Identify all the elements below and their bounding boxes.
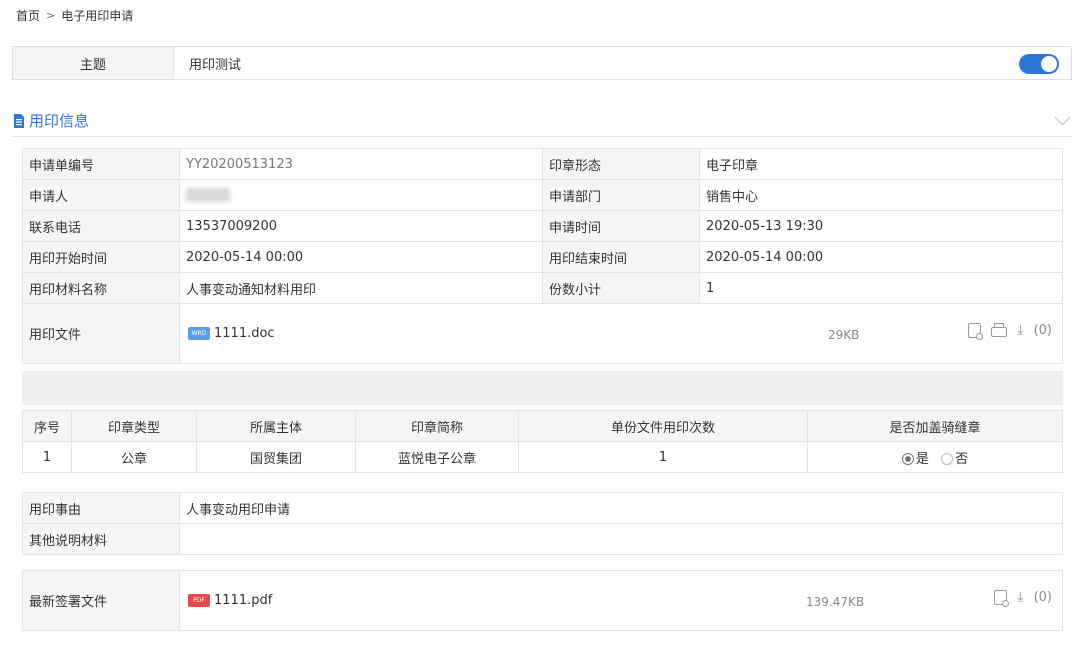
signed-file-actions: ⤓ (0) [994,589,1052,605]
word-file-icon: WRD [188,327,210,340]
field-label: 其他说明材料 [23,524,180,555]
document-icon [13,114,25,128]
subject-value: 用印测试 [189,47,241,79]
download-count: (0) [1034,323,1052,338]
column-header: 印章简称 [356,411,519,442]
table-row: 1 公章 国贸集团 蓝悦电子公章 1 是 否 [23,442,1063,473]
field-label: 用印材料名称 [23,273,180,304]
column-header: 是否加盖骑缝章 [808,411,1063,442]
signed-file-link[interactable]: PDF 1111.pdf [188,593,272,608]
table-row: 其他说明材料 [23,524,1063,555]
pdf-file-icon: PDF [188,594,210,607]
breadcrumb-home[interactable]: 首页 [16,7,40,24]
file-link[interactable]: WRD 1111.doc [188,326,275,341]
section-divider [12,136,1072,137]
signed-file-size: 139.47KB [806,595,864,609]
field-value: 2020-05-14 00:00 [700,242,1063,273]
cell-type: 公章 [72,442,197,473]
preview-icon[interactable] [968,323,981,338]
signed-file-name: 1111.pdf [214,593,272,608]
field-label: 印章形态 [543,149,700,180]
radio-no-label: 否 [955,452,968,467]
file-cell: WRD 1111.doc 29KB ⤓ (0) [180,304,1062,363]
column-header: 序号 [23,411,72,442]
breadcrumb: 首页 > 电子用印申请 [16,7,133,24]
table-row: 用印材料名称 人事变动通知材料用印 份数小计 1 [23,273,1063,304]
cell-entity: 国贸集团 [197,442,356,473]
radio-yes-label: 是 [916,452,929,467]
breadcrumb-separator: > [46,9,55,22]
field-value [180,180,543,211]
field-value: 1 [700,273,1063,304]
reason-table: 用印事由 人事变动用印申请 其他说明材料 [22,492,1063,555]
field-label: 用印结束时间 [543,242,700,273]
field-value: 电子印章 [700,149,1063,180]
file-actions: ⤓ (0) [968,322,1052,338]
field-label: 联系电话 [23,211,180,242]
field-value: YY20200513123 [180,149,543,180]
radio-no[interactable] [941,453,953,465]
table-row: 联系电话 13537009200 申请时间 2020-05-13 19:30 [23,211,1063,242]
table-header-row: 序号 印章类型 所属主体 印章简称 单份文件用印次数 是否加盖骑缝章 [23,411,1063,442]
field-label: 申请单编号 [23,149,180,180]
field-value: 人事变动通知材料用印 [180,273,543,304]
seal-table: 序号 印章类型 所属主体 印章简称 单份文件用印次数 是否加盖骑缝章 1 公章 … [22,410,1063,473]
field-value: 2020-05-14 00:00 [180,242,543,273]
radio-yes[interactable] [902,453,914,465]
file-row: 最新签署文件 PDF 1111.pdf 139.47KB ⤓ (0) [23,571,1063,631]
cell-count: 1 [519,442,808,473]
signed-file-label: 最新签署文件 [23,571,180,631]
section-header: 用印信息 [13,110,89,131]
preview-icon[interactable] [994,590,1007,605]
file-name: 1111.doc [214,326,275,341]
field-value: 13537009200 [180,211,543,242]
applicant-redacted [186,188,230,202]
breadcrumb-current: 电子用印申请 [61,7,133,24]
section-title: 用印信息 [29,110,89,131]
table-row: 申请人 申请部门 销售中心 [23,180,1063,211]
print-icon[interactable] [991,327,1007,337]
collapse-chevron-icon[interactable] [1055,110,1071,126]
column-header: 所属主体 [197,411,356,442]
table-row: 用印事由 人事变动用印申请 [23,493,1063,524]
cell-straddle-seal: 是 否 [808,442,1063,473]
file-label: 用印文件 [23,304,180,364]
info-table: 申请单编号 YY20200513123 印章形态 电子印章 申请人 申请部门 销… [22,148,1063,364]
field-label: 用印开始时间 [23,242,180,273]
subject-label: 主题 [13,47,174,79]
table-row: 申请单编号 YY20200513123 印章形态 电子印章 [23,149,1063,180]
field-value [180,524,1063,555]
field-value: 人事变动用印申请 [180,493,1063,524]
divider-band [22,371,1063,405]
field-label: 用印事由 [23,493,180,524]
field-value: 销售中心 [700,180,1063,211]
field-value: 2020-05-13 19:30 [700,211,1063,242]
table-row: 用印开始时间 2020-05-14 00:00 用印结束时间 2020-05-1… [23,242,1063,273]
file-row: 用印文件 WRD 1111.doc 29KB ⤓ (0) [23,304,1063,364]
cell-index: 1 [23,442,72,473]
field-label: 申请部门 [543,180,700,211]
field-label: 份数小计 [543,273,700,304]
column-header: 印章类型 [72,411,197,442]
file-size: 29KB [828,328,859,342]
field-label: 申请时间 [543,211,700,242]
column-header: 单份文件用印次数 [519,411,808,442]
subject-toggle[interactable] [1019,54,1059,74]
field-label: 申请人 [23,180,180,211]
download-icon[interactable]: ⤓ [1017,589,1023,605]
download-count: (0) [1034,590,1052,605]
subject-row: 主题 用印测试 [12,46,1072,80]
signed-file-cell: PDF 1111.pdf 139.47KB ⤓ (0) [180,571,1062,630]
cell-short-name: 蓝悦电子公章 [356,442,519,473]
signed-file-table: 最新签署文件 PDF 1111.pdf 139.47KB ⤓ (0) [22,570,1063,631]
download-icon[interactable]: ⤓ [1017,322,1023,338]
